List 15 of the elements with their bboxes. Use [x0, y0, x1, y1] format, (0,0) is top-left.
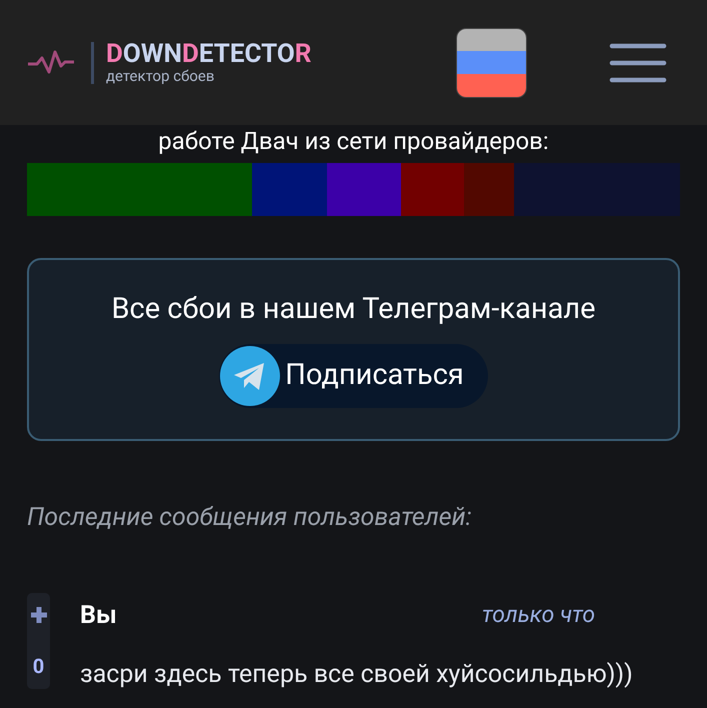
- subscribe-button[interactable]: Подписаться: [219, 344, 488, 408]
- plus-icon[interactable]: [28, 604, 48, 624]
- vote-score: 0: [32, 654, 44, 676]
- intro-text: работе Двач из сети провайдеров:: [158, 127, 549, 155]
- menu-icon[interactable]: [609, 42, 668, 84]
- logo-wordmark: DOWNDETECTOR: [106, 40, 312, 68]
- pulse-logo-icon: [27, 50, 75, 76]
- country-flag-button[interactable]: [456, 28, 528, 98]
- telegram-card-title: Все сбои в нашем Телеграм-канале: [111, 292, 596, 326]
- message-text: засри здесь теперь все своей хуйсосильдью))): [80, 659, 633, 691]
- logo-tagline: детектор сбоев: [106, 68, 216, 85]
- message-author: Вы: [80, 600, 118, 632]
- messages-heading: Последние сообщения пользователей:: [27, 502, 473, 534]
- paper-plane-icon: [219, 344, 282, 406]
- message-time: только что: [482, 600, 596, 630]
